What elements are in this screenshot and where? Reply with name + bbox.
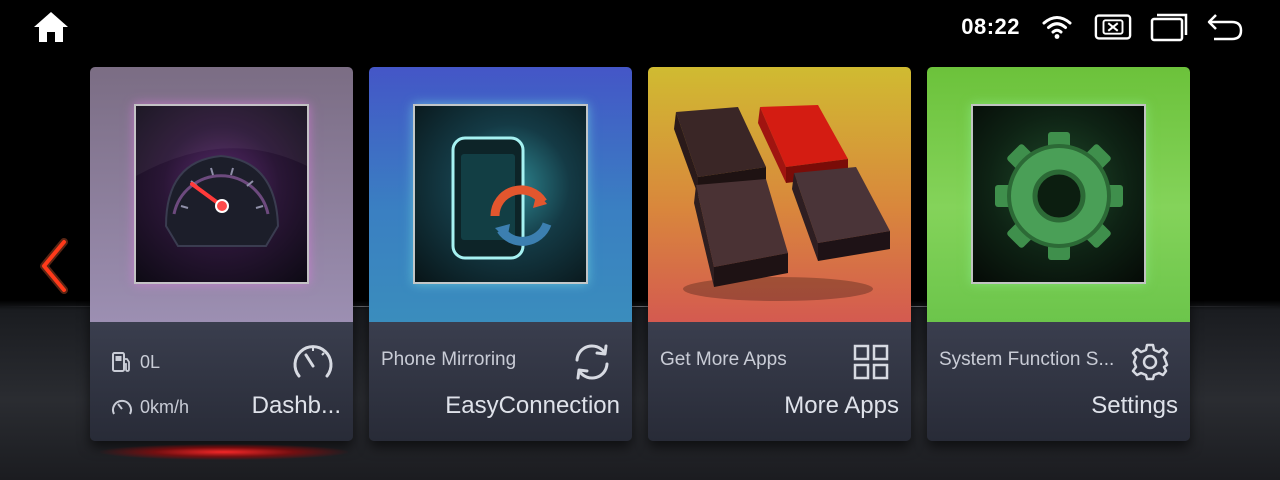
- settings-title: Settings: [1091, 392, 1178, 419]
- easyconnection-title: EasyConnection: [445, 392, 620, 419]
- easyconnection-subtitle: Phone Mirroring: [381, 349, 517, 370]
- prev-page-button[interactable]: [34, 236, 74, 296]
- home-button[interactable]: [32, 10, 70, 44]
- close-window-icon: [1094, 14, 1132, 40]
- settings-card-header: [927, 67, 1190, 322]
- speedometer-icon: [291, 340, 335, 384]
- speedometer-illustration: [136, 106, 307, 247]
- easyconnection-card-footer: Phone Mirroring EasyConnection: [369, 322, 632, 441]
- home-screen: 08:22 0L 0km/h Dashb... Phone Mirroring …: [0, 0, 1280, 480]
- close-window-button[interactable]: [1094, 12, 1132, 42]
- selection-glow: [100, 444, 348, 460]
- easyconnection-card[interactable]: Phone Mirroring EasyConnection: [369, 67, 632, 441]
- fuel-readout: 0L: [110, 350, 160, 374]
- speed-readout: 0km/h: [110, 395, 189, 419]
- dashboard-title: Dashb...: [251, 392, 341, 419]
- more-apps-card[interactable]: Get More Apps More Apps: [648, 67, 911, 441]
- settings-card-footer: System Function S... Settings: [927, 322, 1190, 441]
- home-icon: [34, 12, 68, 42]
- clock: 08:22: [961, 14, 1020, 39]
- gauge-small-icon: [112, 399, 132, 415]
- fuel-value: 0L: [140, 351, 161, 372]
- phone-mirroring-illustration: [451, 136, 552, 260]
- app-blocks-illustration: [674, 105, 890, 301]
- wifi-icon: [1038, 12, 1076, 42]
- recent-apps-button[interactable]: [1150, 12, 1188, 42]
- fuel-pump-icon: [112, 352, 130, 372]
- sync-icon: [570, 340, 614, 384]
- more-apps-card-header: [648, 67, 911, 322]
- recent-apps-icon: [1150, 13, 1188, 42]
- settings-subtitle: System Function S...: [939, 349, 1115, 370]
- settings-tile: [971, 104, 1146, 284]
- dashboard-card[interactable]: 0L 0km/h Dashb...: [90, 67, 353, 441]
- back-button[interactable]: [1206, 12, 1244, 42]
- chevron-left-icon: [40, 238, 68, 294]
- gear-icon: [1128, 340, 1172, 384]
- easyconnection-tile: [413, 104, 588, 284]
- dashboard-card-footer: 0L 0km/h Dashb...: [90, 322, 353, 441]
- gear-illustration: [995, 132, 1123, 260]
- easyconnection-card-header: [369, 67, 632, 322]
- grid-icon: [849, 340, 893, 384]
- more-apps-card-footer: Get More Apps More Apps: [648, 322, 911, 441]
- dashboard-tile: [134, 104, 309, 284]
- dashboard-card-header: [90, 67, 353, 322]
- settings-card[interactable]: System Function S... Settings: [927, 67, 1190, 441]
- status-bar: 08:22: [961, 10, 1244, 44]
- more-apps-subtitle: Get More Apps: [660, 349, 787, 370]
- speed-value: 0km/h: [140, 396, 190, 417]
- more-apps-title: More Apps: [784, 392, 899, 419]
- back-icon: [1207, 14, 1243, 41]
